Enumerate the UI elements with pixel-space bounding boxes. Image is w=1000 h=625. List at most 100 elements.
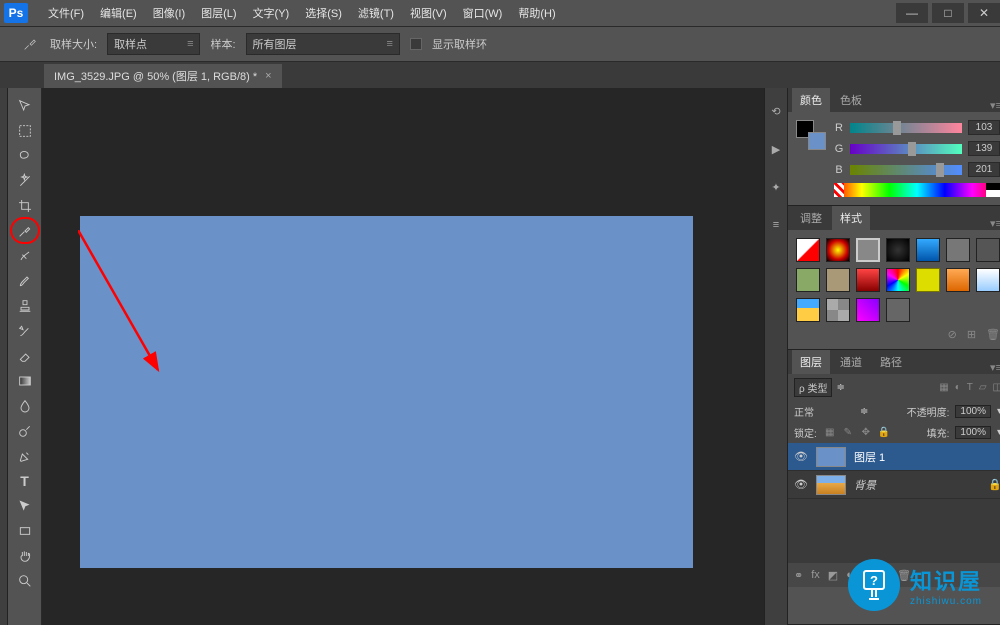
style-swatch[interactable] <box>826 238 850 262</box>
menu-layer[interactable]: 图层(L) <box>193 5 244 21</box>
pen-tool[interactable] <box>12 444 38 467</box>
path-select-tool[interactable] <box>12 494 38 517</box>
panel-menu-icon[interactable]: ▾≡ <box>984 99 1000 112</box>
zoom-tool[interactable] <box>12 569 38 592</box>
menu-image[interactable]: 图像(I) <box>145 5 193 21</box>
marquee-tool[interactable] <box>12 119 38 142</box>
document-tab[interactable]: IMG_3529.JPG @ 50% (图层 1, RGB/8) * × <box>44 64 282 88</box>
tab-paths[interactable]: 路径 <box>872 350 910 374</box>
tab-layers[interactable]: 图层 <box>792 350 830 374</box>
panel-menu-icon[interactable]: ▾≡ <box>984 217 1000 230</box>
panel-menu-icon[interactable]: ▾≡ <box>984 361 1000 374</box>
window-maximize-button[interactable]: □ <box>932 3 964 23</box>
style-swatch[interactable] <box>916 268 940 292</box>
style-swatch[interactable] <box>886 298 910 322</box>
b-slider[interactable] <box>850 165 962 175</box>
canvas-area[interactable] <box>42 88 764 625</box>
fill-value[interactable]: 100% <box>955 426 991 439</box>
wand-tool[interactable] <box>12 169 38 192</box>
layer-name[interactable]: 图层 1 <box>854 449 885 465</box>
menu-help[interactable]: 帮助(H) <box>510 5 563 21</box>
background-swatch[interactable] <box>808 132 826 150</box>
style-swatch[interactable] <box>796 268 820 292</box>
tab-swatches[interactable]: 色板 <box>832 88 870 112</box>
brush-tool[interactable] <box>12 269 38 292</box>
style-swatch[interactable] <box>976 238 1000 262</box>
style-swatch[interactable] <box>886 238 910 262</box>
blur-tool[interactable] <box>12 394 38 417</box>
layer-row[interactable]: 👁 背景 🔒 <box>788 471 1000 499</box>
menu-window[interactable]: 窗口(W) <box>455 5 511 21</box>
history-brush-tool[interactable] <box>12 319 38 342</box>
g-slider[interactable] <box>850 144 962 154</box>
layer-filter-select[interactable]: ρ 类型 <box>794 378 832 397</box>
visibility-toggle-icon[interactable]: 👁 <box>794 450 808 463</box>
layer-mask-icon[interactable]: ◩ <box>828 569 838 582</box>
sample-select[interactable]: 所有图层 <box>246 33 400 55</box>
filter-adjust-icon[interactable]: ◐ <box>955 382 961 393</box>
style-swatch[interactable] <box>826 298 850 322</box>
new-style-icon[interactable]: ⊞ <box>967 328 976 341</box>
filter-pixel-icon[interactable]: ▦ <box>939 382 948 393</box>
gradient-tool[interactable] <box>12 369 38 392</box>
sample-size-select[interactable]: 取样点 <box>107 33 200 55</box>
lasso-tool[interactable] <box>12 144 38 167</box>
style-swatch[interactable] <box>886 268 910 292</box>
layer-thumbnail[interactable] <box>816 447 846 467</box>
brushes-icon[interactable]: ✦ <box>765 176 787 198</box>
filter-shape-icon[interactable]: ▱ <box>979 382 987 393</box>
presets-icon[interactable]: ≡ <box>765 214 787 236</box>
style-swatch[interactable] <box>796 298 820 322</box>
tab-channels[interactable]: 通道 <box>832 350 870 374</box>
g-value[interactable]: 139 <box>968 141 1000 156</box>
menu-filter[interactable]: 滤镜(T) <box>350 5 402 21</box>
blend-mode-select[interactable]: 正常 <box>794 404 854 419</box>
hand-tool[interactable] <box>12 544 38 567</box>
r-slider[interactable] <box>850 123 962 133</box>
layer-style-icon[interactable]: fx <box>811 569 820 581</box>
healing-brush-tool[interactable] <box>12 244 38 267</box>
eyedropper-tool[interactable] <box>12 219 38 242</box>
filter-smart-icon[interactable]: ◫ <box>993 382 1000 393</box>
menu-file[interactable]: 文件(F) <box>40 5 92 21</box>
show-ring-checkbox[interactable] <box>410 38 422 50</box>
lock-position-icon[interactable]: ✥ <box>859 427 873 438</box>
layer-name[interactable]: 背景 <box>854 477 876 493</box>
opacity-value[interactable]: 100% <box>955 405 991 418</box>
lock-pixels-icon[interactable]: ▦ <box>823 427 837 438</box>
menu-view[interactable]: 视图(V) <box>402 5 455 21</box>
style-swatch[interactable] <box>796 238 820 262</box>
menu-type[interactable]: 文字(Y) <box>245 5 298 21</box>
layer-thumbnail[interactable] <box>816 475 846 495</box>
layer-row[interactable]: 👁 图层 1 <box>788 443 1000 471</box>
style-swatch[interactable] <box>856 268 880 292</box>
document-canvas[interactable] <box>80 216 693 568</box>
filter-type-icon[interactable]: T <box>967 382 973 393</box>
eraser-tool[interactable] <box>12 344 38 367</box>
window-close-button[interactable]: ✕ <box>968 3 1000 23</box>
r-value[interactable]: 103 <box>968 120 1000 135</box>
b-value[interactable]: 201 <box>968 162 1000 177</box>
delete-style-icon[interactable]: 🗑 <box>986 328 1000 341</box>
window-minimize-button[interactable]: — <box>896 3 928 23</box>
link-layers-icon[interactable]: ⚭ <box>794 569 803 582</box>
stamp-tool[interactable] <box>12 294 38 317</box>
actions-icon[interactable]: ▶ <box>765 138 787 160</box>
style-swatch[interactable] <box>946 238 970 262</box>
tab-adjustments[interactable]: 调整 <box>792 206 830 230</box>
lock-paint-icon[interactable]: ✎ <box>841 427 855 438</box>
menu-select[interactable]: 选择(S) <box>297 5 350 21</box>
rect-tool[interactable] <box>12 519 38 542</box>
lock-all-icon[interactable]: 🔒 <box>877 427 891 438</box>
style-swatch[interactable] <box>856 298 880 322</box>
type-tool[interactable]: T <box>12 469 38 492</box>
move-tool[interactable] <box>12 94 38 117</box>
tab-styles[interactable]: 样式 <box>832 206 870 230</box>
crop-tool[interactable] <box>12 194 38 217</box>
history-icon[interactable]: ⟲ <box>765 100 787 122</box>
tab-close-button[interactable]: × <box>265 70 271 82</box>
style-swatch[interactable] <box>856 238 880 262</box>
color-swatch-pair[interactable] <box>796 120 826 150</box>
style-swatch[interactable] <box>946 268 970 292</box>
tab-color[interactable]: 颜色 <box>792 88 830 112</box>
